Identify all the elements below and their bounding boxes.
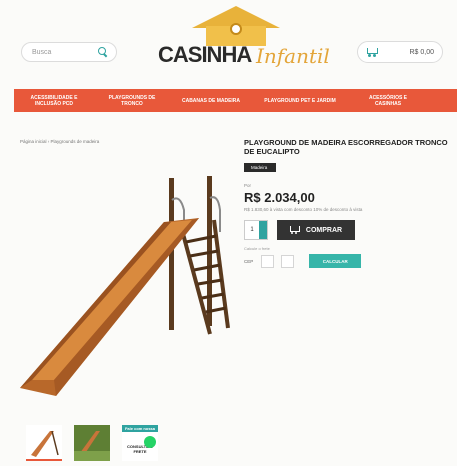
nav-item-acessorios[interactable]: Acessórios e Casinhas bbox=[348, 95, 428, 107]
thumbnail-slide-icon bbox=[31, 430, 59, 457]
calculate-shipping-button[interactable]: CALCULAR bbox=[309, 254, 362, 268]
cep-input-2[interactable] bbox=[281, 254, 295, 268]
thumbnail-2[interactable] bbox=[74, 425, 110, 461]
product-title: PLAYGROUND DE MADEIRA ESCORREGADOR TRONC… bbox=[244, 138, 448, 156]
page: Busca CASINHA Infantil R$ 0,00 Acessibil… bbox=[0, 0, 457, 466]
cep-label: CEP bbox=[244, 258, 254, 264]
product-image[interactable] bbox=[14, 160, 234, 420]
search-input[interactable]: Busca bbox=[21, 42, 117, 62]
buy-button-label: COMPRAR bbox=[305, 226, 343, 234]
cart-icon bbox=[366, 47, 378, 57]
nav-item-acessibilidade[interactable]: Acessibilidade e Inclusão PCD bbox=[14, 95, 94, 107]
cart-button[interactable]: R$ 0,00 bbox=[357, 41, 443, 63]
thumbnail-promo-1: Fale com nossa bbox=[122, 425, 158, 432]
shipping-row: CEP CALCULAR bbox=[244, 254, 449, 268]
cart-icon bbox=[289, 226, 300, 234]
thumbnail-1[interactable] bbox=[26, 425, 62, 461]
logo-script: Infantil bbox=[256, 44, 330, 68]
nav-item-cabanas[interactable]: Cabanas de Madeira bbox=[170, 98, 252, 104]
price-discount-text: R$ 1.830,60 à vista com desconto 10% de … bbox=[244, 207, 363, 212]
buy-button[interactable]: COMPRAR bbox=[277, 220, 355, 240]
whatsapp-icon bbox=[144, 436, 156, 448]
quantity-value[interactable]: 1 bbox=[245, 221, 259, 239]
thumbnail-3[interactable]: Fale com nossa CONSULTE O FRETE bbox=[122, 425, 158, 461]
nav-item-troncos[interactable]: Playgrounds de Tronco bbox=[94, 95, 170, 107]
ladder-rail-right bbox=[212, 219, 230, 329]
quantity-stepper[interactable]: 1 bbox=[244, 220, 268, 240]
logo-window bbox=[230, 23, 242, 35]
search-icon[interactable] bbox=[98, 47, 108, 57]
logo-wordmark: CASINHA bbox=[158, 42, 252, 67]
thumbnail-garden-icon bbox=[74, 425, 110, 461]
quantity-arrows[interactable] bbox=[259, 221, 267, 239]
main-nav: Acessibilidade e Inclusão PCD Playground… bbox=[14, 89, 457, 112]
slide-illustration bbox=[20, 176, 230, 396]
cep-input-1[interactable] bbox=[261, 254, 275, 268]
site-logo[interactable]: CASINHA Infantil bbox=[148, 6, 330, 70]
buy-row: 1 COMPRAR bbox=[244, 220, 449, 240]
slide-edge-right bbox=[54, 218, 199, 396]
search-placeholder: Busca bbox=[32, 48, 52, 56]
shipping-label: Calcule o frete bbox=[244, 246, 270, 251]
slide-edge-left bbox=[20, 222, 171, 388]
price-label: Por bbox=[244, 183, 252, 188]
breadcrumb[interactable]: Página inicial › Playgrounds de madeira bbox=[20, 139, 99, 144]
nav-item-pet[interactable]: Playground Pet e Jardim bbox=[252, 98, 348, 104]
product-price: R$ 2.034,00 bbox=[244, 190, 315, 205]
product-tag: Madeira bbox=[244, 163, 277, 172]
thumbnail-strip: Fale com nossa CONSULTE O FRETE bbox=[26, 425, 170, 461]
slide-surface bbox=[32, 220, 192, 380]
product-info: PLAYGROUND DE MADEIRA ESCORREGADOR TRONC… bbox=[244, 138, 449, 268]
cart-total: R$ 0,00 bbox=[409, 48, 434, 56]
